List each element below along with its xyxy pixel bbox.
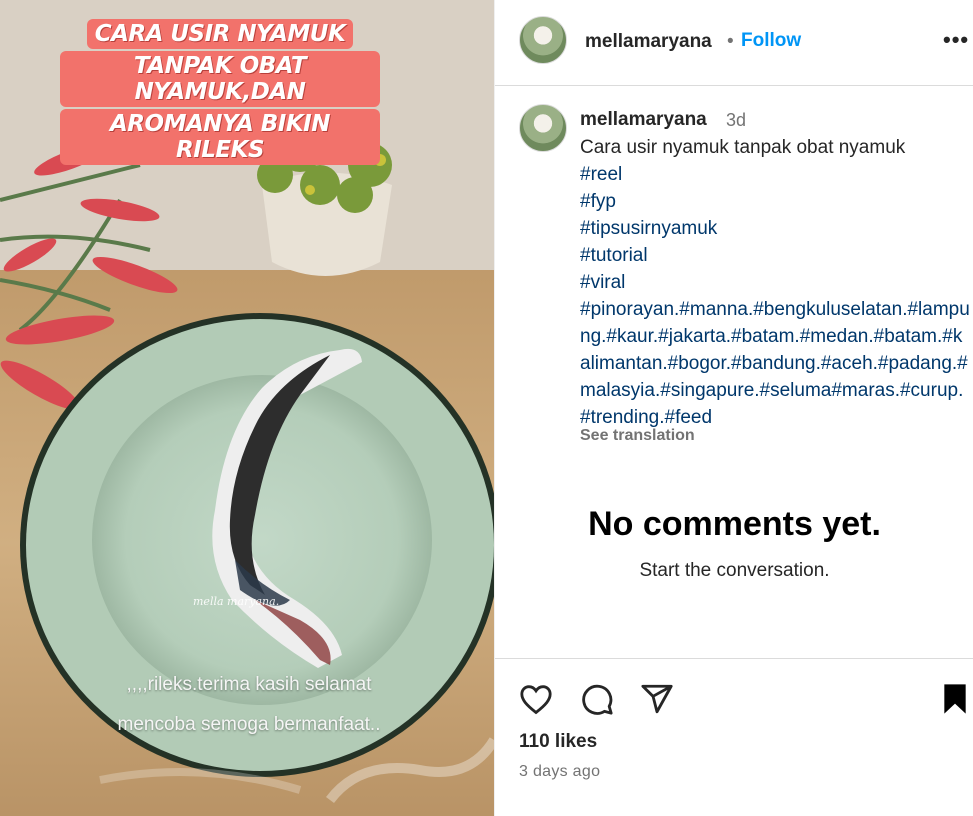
comment-icon[interactable] <box>580 682 614 716</box>
hashtag-link[interactable]: #tipsusirnyamuk <box>580 215 970 242</box>
media-title-line: CARA USIR NYAMUK <box>86 19 354 49</box>
post-side-panel: mellamaryana • Follow ••• mellamaryana 3… <box>494 0 973 816</box>
media-title-overlay: CARA USIR NYAMUK TANPAK OBAT NYAMUK,DAN … <box>60 18 380 166</box>
media-title-line: AROMANYA BIKIN RILEKS <box>60 109 380 165</box>
heart-icon[interactable] <box>519 683 553 715</box>
follow-button[interactable]: Follow <box>741 30 801 52</box>
post-username[interactable]: mellamaryana <box>585 31 712 53</box>
post-header: mellamaryana • Follow ••• <box>495 0 973 86</box>
share-icon[interactable] <box>640 682 674 716</box>
media-watermark: mella maryana. <box>193 595 280 608</box>
more-icon[interactable]: ••• <box>943 27 969 53</box>
bookmark-icon[interactable] <box>941 683 969 715</box>
caption-avatar[interactable] <box>519 104 567 152</box>
hashtag-link[interactable]: #viral <box>580 269 970 296</box>
empty-comments-title: No comments yet. <box>588 505 881 543</box>
caption-text: Cara usir nyamuk tanpak obat nyamuk <box>580 137 906 158</box>
media-title-line: TANPAK OBAT NYAMUK,DAN <box>60 51 380 107</box>
avatar[interactable] <box>519 16 567 64</box>
post-time-ago[interactable]: 3 days ago <box>519 763 600 781</box>
media-caption-line: mencoba semoga bermanfaat.. <box>117 714 381 735</box>
separator-dot: • <box>727 31 734 52</box>
hashtag-link[interactable]: #reel <box>580 161 970 188</box>
empty-comments: No comments yet. Start the conversation. <box>495 505 973 582</box>
see-translation-link[interactable]: See translation <box>580 427 695 445</box>
media-caption-overlay: ,,,,rileks.terima kasih selamat mencoba … <box>64 665 434 745</box>
post-footer: 110 likes 3 days ago <box>495 658 973 816</box>
hashtag-paragraph[interactable]: #pinorayan.#manna.#bengkuluselatan.#lamp… <box>580 296 970 431</box>
empty-comments-subtitle: Start the conversation. <box>639 560 830 581</box>
caption-body: Cara usir nyamuk tanpak obat nyamuk #ree… <box>580 134 970 431</box>
hashtag-list: #reel #fyp #tipsusirnyamuk #tutorial #vi… <box>580 161 970 431</box>
likes-count[interactable]: 110 likes <box>519 731 597 753</box>
hashtag-link[interactable]: #fyp <box>580 188 970 215</box>
caption-timestamp[interactable]: 3d <box>726 110 746 131</box>
caption-username[interactable]: mellamaryana <box>580 109 707 131</box>
media-caption-line: ,,,,rileks.terima kasih selamat <box>126 674 372 695</box>
hashtag-link[interactable]: #tutorial <box>580 242 970 269</box>
post-media[interactable]: CARA USIR NYAMUK TANPAK OBAT NYAMUK,DAN … <box>0 0 494 816</box>
